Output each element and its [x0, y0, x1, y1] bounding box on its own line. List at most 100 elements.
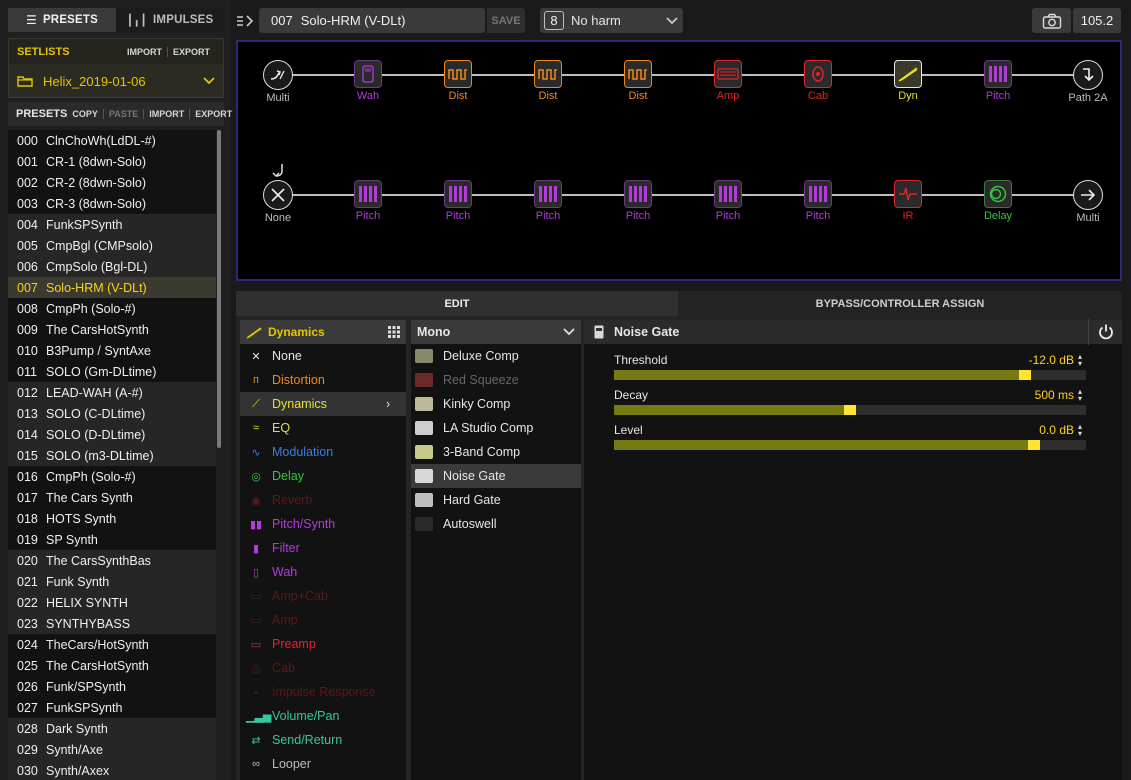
block-power-button[interactable]	[1088, 319, 1122, 345]
category-item[interactable]: ▯ Wah	[240, 560, 406, 584]
parameter-slider[interactable]	[614, 440, 1086, 450]
path1-block[interactable]: Cab	[788, 60, 848, 102]
parameter-value[interactable]: -12.0 dB	[1029, 353, 1074, 367]
preset-row[interactable]: 010 B3Pump / SyntAxe	[8, 340, 216, 361]
path1-block[interactable]: Dist	[518, 60, 578, 102]
preset-row[interactable]: 009 The CarsHotSynth	[8, 319, 216, 340]
path2-block[interactable]: None	[248, 180, 308, 224]
preset-row[interactable]: 016 CmpPh (Solo-#)	[8, 466, 216, 487]
preset-row[interactable]: 017 The Cars Synth	[8, 487, 216, 508]
model-item[interactable]: Autoswell	[411, 512, 581, 536]
path2-block[interactable]: Multi	[1058, 180, 1118, 224]
stepper-icon[interactable]: ▴ ▾	[1078, 423, 1086, 438]
path2-block[interactable]: Pitch	[608, 180, 668, 222]
category-item[interactable]: ▮ Filter	[240, 536, 406, 560]
path1-block[interactable]: Pitch	[968, 60, 1028, 102]
preset-list-toggle-button[interactable]	[236, 8, 254, 33]
preset-row[interactable]: 002 CR-2 (8dwn-Solo)	[8, 172, 216, 193]
stepper-icon[interactable]: ▴ ▾	[1078, 353, 1086, 368]
camera-button[interactable]	[1032, 8, 1071, 33]
copy-button[interactable]: COPY	[67, 109, 103, 119]
preset-row[interactable]: 025 The CarsHotSynth	[8, 655, 216, 676]
slider-handle[interactable]	[844, 405, 856, 415]
paste-button[interactable]: PASTE	[102, 109, 143, 119]
preset-row[interactable]: 006 CmpSolo (Bgl-DL)	[8, 256, 216, 277]
tempo-display[interactable]: 105.2	[1073, 8, 1121, 33]
slider-handle[interactable]	[1028, 440, 1040, 450]
model-item[interactable]: 3-Band Comp	[411, 440, 581, 464]
model-item[interactable]: LA Studio Comp	[411, 416, 581, 440]
preset-row[interactable]: 021 Funk Synth	[8, 571, 216, 592]
setlist-export-button[interactable]: EXPORT	[166, 46, 215, 57]
category-header[interactable]: Dynamics	[240, 320, 406, 344]
preset-row[interactable]: 003 CR-3 (8dwn-Solo)	[8, 193, 216, 214]
category-item[interactable]: ▭ Amp+Cab	[240, 584, 406, 608]
model-type-dropdown[interactable]: Mono	[411, 320, 581, 344]
preset-row[interactable]: 004 FunkSPSynth	[8, 214, 216, 235]
category-item[interactable]: ✕ None	[240, 344, 406, 368]
category-item[interactable]: ⟋ Dynamics ›	[240, 392, 406, 416]
preset-row[interactable]: 012 LEAD-WAH (A-#)	[8, 382, 216, 403]
preset-row[interactable]: 013 SOLO (C-DLtime)	[8, 403, 216, 424]
model-item[interactable]: Deluxe Comp	[411, 344, 581, 368]
preset-row[interactable]: 014 SOLO (D-DLtime)	[8, 424, 216, 445]
preset-list-scrollbar[interactable]	[217, 130, 221, 448]
category-item[interactable]: ≈ EQ	[240, 416, 406, 440]
path1-block[interactable]: Path 2A	[1058, 60, 1118, 104]
preset-row[interactable]: 000 ClnChoWh(LdDL-#)	[8, 130, 216, 151]
preset-row[interactable]: 023 SYNTHYBASS	[8, 613, 216, 634]
category-item[interactable]: ▮▮ Pitch/Synth	[240, 512, 406, 536]
category-item[interactable]: ▁▃▅ Volume/Pan	[240, 704, 406, 728]
category-item[interactable]: ⇄ Send/Return	[240, 728, 406, 752]
path1-block[interactable]: Wah	[338, 60, 398, 102]
model-item[interactable]: Hard Gate	[411, 488, 581, 512]
preset-row[interactable]: 026 Funk/SPSynth	[8, 676, 216, 697]
slider-handle[interactable]	[1019, 370, 1031, 380]
path1-block[interactable]: Multi	[248, 60, 308, 104]
preset-row[interactable]: 020 The CarsSynthBas	[8, 550, 216, 571]
tab-presets[interactable]: ☰ PRESETS	[8, 8, 116, 32]
preset-row[interactable]: 018 HOTS Synth	[8, 508, 216, 529]
preset-row[interactable]: 007 Solo-HRM (V-DLt)	[8, 277, 216, 298]
preset-row[interactable]: 015 SOLO (m3-DLtime)	[8, 445, 216, 466]
category-item[interactable]: ⌁ Impulse Response	[240, 680, 406, 704]
path2-block[interactable]: Pitch	[428, 180, 488, 222]
preset-row[interactable]: 011 SOLO (Gm-DLtime)	[8, 361, 216, 382]
path1-block[interactable]: Dist	[428, 60, 488, 102]
category-item[interactable]: ◎ Cab	[240, 656, 406, 680]
category-item[interactable]: ◎ Delay	[240, 464, 406, 488]
category-item[interactable]: ᴨ Distortion	[240, 368, 406, 392]
preset-row[interactable]: 019 SP Synth	[8, 529, 216, 550]
path2-block[interactable]: IR	[878, 180, 938, 222]
path2-block[interactable]: Pitch	[518, 180, 578, 222]
setlist-import-button[interactable]: IMPORT	[122, 47, 167, 57]
preset-row[interactable]: 022 HELIX SYNTH	[8, 592, 216, 613]
preset-export-button[interactable]: EXPORT	[189, 109, 237, 119]
tab-edit[interactable]: EDIT	[236, 291, 678, 316]
preset-row[interactable]: 024 TheCars/HotSynth	[8, 634, 216, 655]
category-item[interactable]: ◉ Reverb	[240, 488, 406, 512]
path1-block[interactable]: Dist	[608, 60, 668, 102]
preset-row[interactable]: 028 Dark Synth	[8, 718, 216, 739]
stepper-icon[interactable]: ▴ ▾	[1078, 388, 1086, 403]
setlist-dropdown[interactable]: Helix_2019-01-06	[9, 68, 223, 94]
preset-import-button[interactable]: IMPORT	[143, 109, 189, 119]
preset-row[interactable]: 001 CR-1 (8dwn-Solo)	[8, 151, 216, 172]
model-item[interactable]: Red Squeeze	[411, 368, 581, 392]
tab-bypass-controller[interactable]: BYPASS/CONTROLLER ASSIGN	[678, 291, 1122, 316]
preset-row[interactable]: 030 Synth/Axex	[8, 760, 216, 780]
category-item[interactable]: ▭ Preamp	[240, 632, 406, 656]
path2-block[interactable]: Pitch	[788, 180, 848, 222]
grid-icon[interactable]	[388, 326, 400, 338]
path2-block[interactable]: Pitch	[698, 180, 758, 222]
category-item[interactable]: ▭ Amp	[240, 608, 406, 632]
preset-row[interactable]: 005 CmpBgl (CMPsolo)	[8, 235, 216, 256]
parameter-value[interactable]: 500 ms	[1035, 388, 1074, 402]
save-button[interactable]: SAVE	[487, 8, 525, 33]
tab-impulses[interactable]: ┃╻┃ IMPULSES	[116, 8, 224, 32]
path1-block[interactable]: Amp	[698, 60, 758, 102]
preset-row[interactable]: 008 CmpPh (Solo-#)	[8, 298, 216, 319]
parameter-slider[interactable]	[614, 405, 1086, 415]
path2-block[interactable]: Delay	[968, 180, 1028, 222]
preset-row[interactable]: 029 Synth/Axe	[8, 739, 216, 760]
